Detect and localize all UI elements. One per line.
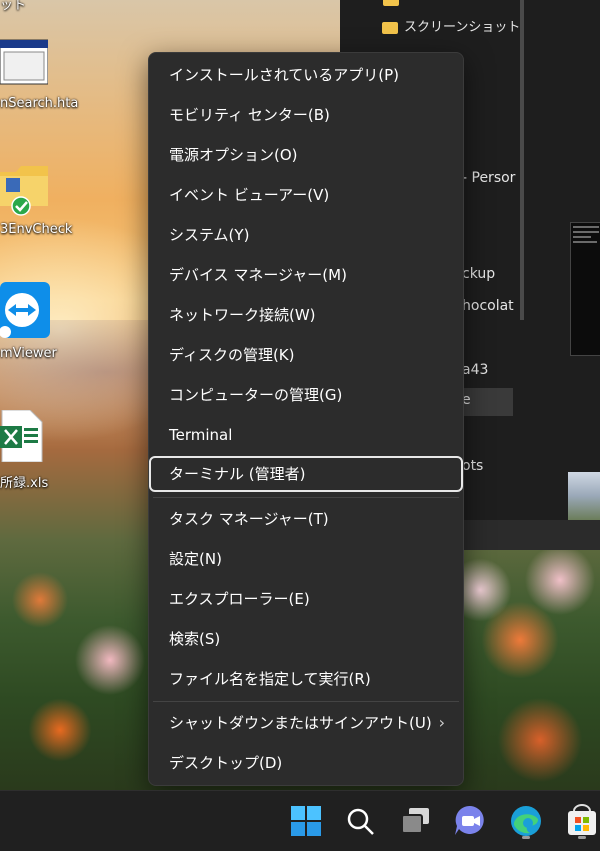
explorer-item-label: - Persor xyxy=(462,170,516,186)
hta-window-icon-graphic xyxy=(0,39,49,85)
search-button[interactable] xyxy=(340,801,380,841)
explorer-item[interactable]: hocolat xyxy=(462,298,514,314)
menu-item-computer-management[interactable]: コンピューターの管理(G) xyxy=(149,377,463,413)
folder-check-icon-graphic xyxy=(0,166,48,216)
menu-item-label: インストールされているアプリ(P) xyxy=(169,66,400,84)
menu-item-system[interactable]: システム(Y) xyxy=(149,217,463,253)
menu-item-label: デスクトップ(D) xyxy=(169,754,283,772)
desktop-icon-label[interactable]: 3EnvCheck xyxy=(0,222,72,237)
menu-item-label: ターミナル (管理者) xyxy=(169,465,306,483)
start-button[interactable] xyxy=(286,801,326,841)
explorer-item[interactable]: a43 xyxy=(462,362,488,378)
explorer-item-label: ckup xyxy=(462,266,496,282)
teams-chat-button[interactable] xyxy=(450,801,490,841)
menu-item-terminal-admin[interactable]: ターミナル (管理者) xyxy=(149,456,463,492)
excel-icon[interactable] xyxy=(0,409,44,463)
chevron-right-icon: › xyxy=(438,713,445,732)
explorer-item[interactable]: - Persor xyxy=(462,170,515,186)
excel-icon-graphic xyxy=(0,409,43,463)
teamviewer-icon[interactable] xyxy=(0,282,50,342)
winx-context-menu: インストールされているアプリ(P) モビリティ センター(B) 電源オプション(… xyxy=(148,52,464,786)
explorer-item-label: a43 xyxy=(462,362,489,378)
menu-item-event-viewer[interactable]: イベント ビューアー(V) xyxy=(149,177,463,213)
menu-item-terminal[interactable]: Terminal xyxy=(149,417,463,453)
menu-item-label: タスク マネージャー(T) xyxy=(169,510,329,528)
menu-item-label: モビリティ センター(B) xyxy=(169,106,330,124)
explorer-item-label: スクリーンショット xyxy=(404,20,521,35)
window-panel xyxy=(462,520,600,550)
task-view-button[interactable] xyxy=(396,801,436,841)
explorer-scrollbar[interactable] xyxy=(520,0,524,320)
menu-item-settings[interactable]: 設定(N) xyxy=(149,541,463,577)
menu-item-mobility-center[interactable]: モビリティ センター(B) xyxy=(149,97,463,133)
menu-item-label: エクスプローラー(E) xyxy=(169,590,310,608)
menu-item-label: Terminal xyxy=(169,426,233,444)
menu-separator xyxy=(153,701,459,702)
image-thumbnail[interactable] xyxy=(568,472,600,520)
menu-item-label: ファイル名を指定して実行(R) xyxy=(169,670,371,688)
folder-icon xyxy=(383,0,399,6)
explorer-item-label: hocolat xyxy=(462,298,514,314)
menu-item-task-manager[interactable]: タスク マネージャー(T) xyxy=(149,501,463,537)
folder-check-icon[interactable] xyxy=(0,160,48,216)
menu-item-disk-management[interactable]: ディスクの管理(K) xyxy=(149,337,463,373)
menu-item-power-options[interactable]: 電源オプション(O) xyxy=(149,137,463,173)
explorer-item[interactable]: ots xyxy=(462,458,483,474)
menu-separator xyxy=(153,497,459,498)
desktop-icon-label[interactable]: ット xyxy=(0,0,26,13)
menu-item-file-explorer[interactable]: エクスプローラー(E) xyxy=(149,581,463,617)
teams-chat-icon xyxy=(455,805,484,835)
menu-item-label: 電源オプション(O) xyxy=(169,146,298,164)
menu-item-run[interactable]: ファイル名を指定して実行(R) xyxy=(149,661,463,697)
desktop-icon-label[interactable]: nSearch.hta xyxy=(0,96,78,111)
menu-item-label: デバイス マネージャー(M) xyxy=(169,266,347,284)
desktop-icon-label[interactable]: 所録.xls xyxy=(0,472,48,491)
microsoft-store-button[interactable] xyxy=(562,801,600,841)
explorer-item[interactable]: スクリーンショット xyxy=(382,16,520,35)
menu-item-network-connections[interactable]: ネットワーク接続(W) xyxy=(149,297,463,333)
edge-browser-icon xyxy=(511,806,541,836)
menu-item-label: 検索(S) xyxy=(169,630,221,648)
explorer-item[interactable] xyxy=(383,0,405,7)
running-indicator xyxy=(522,836,530,839)
menu-item-label: ネットワーク接続(W) xyxy=(169,306,316,324)
folder-icon xyxy=(382,21,398,34)
menu-item-installed-apps[interactable]: インストールされているアプリ(P) xyxy=(149,57,463,93)
menu-item-search[interactable]: 検索(S) xyxy=(149,621,463,657)
teamviewer-icon-graphic xyxy=(0,282,50,338)
menu-item-label: システム(Y) xyxy=(169,226,250,244)
menu-item-label: イベント ビューアー(V) xyxy=(169,186,330,204)
running-indicator xyxy=(578,836,586,839)
menu-item-label: 設定(N) xyxy=(169,550,222,568)
explorer-item[interactable]: ckup xyxy=(462,266,495,282)
desktop-icon-label[interactable]: mViewer xyxy=(0,346,57,361)
menu-item-device-manager[interactable]: デバイス マネージャー(M) xyxy=(149,257,463,293)
windows-start-icon xyxy=(291,806,321,836)
hta-window-icon[interactable] xyxy=(0,38,49,86)
menu-item-shutdown-signout[interactable]: シャットダウンまたはサインアウト(U) › xyxy=(149,705,463,741)
menu-item-desktop[interactable]: デスクトップ(D) xyxy=(149,745,463,781)
terminal-window-thumbnail[interactable] xyxy=(570,222,600,356)
edge-browser-button[interactable] xyxy=(506,801,546,841)
search-icon xyxy=(347,808,374,835)
menu-item-label: コンピューターの管理(G) xyxy=(169,386,343,404)
menu-item-label: ディスクの管理(K) xyxy=(169,346,295,364)
explorer-item-label: ots xyxy=(462,458,484,474)
taskbar xyxy=(0,790,600,851)
task-view-icon xyxy=(401,808,429,834)
menu-item-label: シャットダウンまたはサインアウト(U) xyxy=(169,714,432,732)
microsoft-store-icon xyxy=(568,804,596,835)
